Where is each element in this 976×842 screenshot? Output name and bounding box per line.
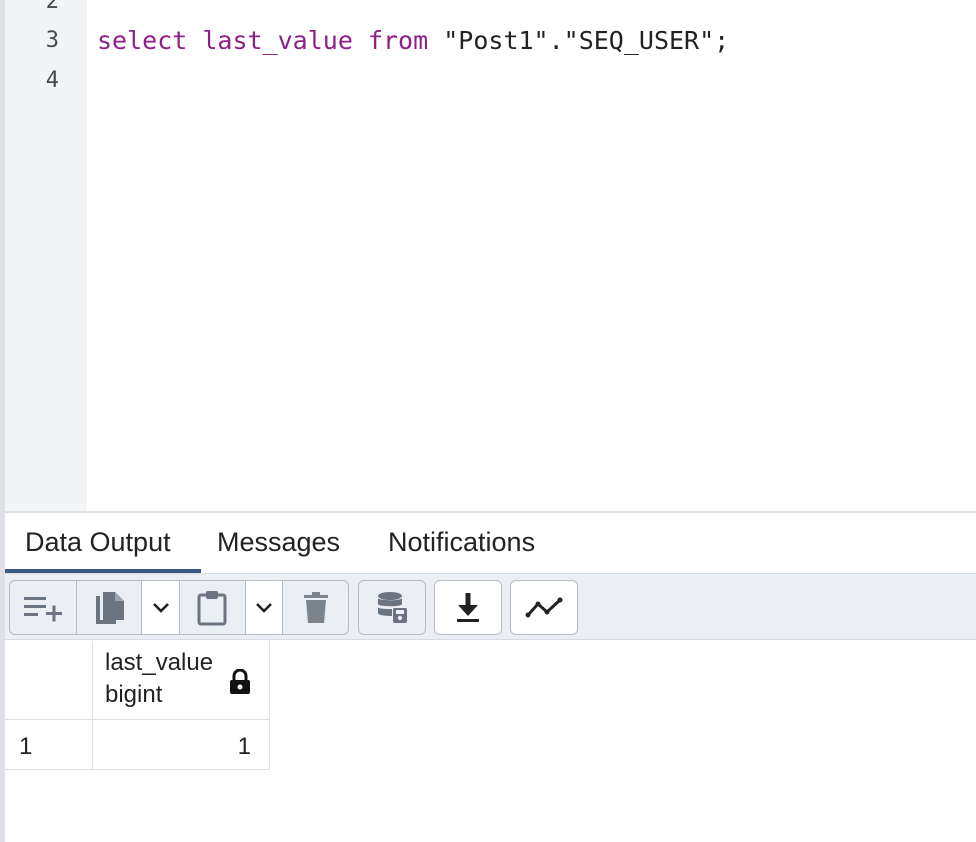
graph-group	[510, 580, 578, 635]
result-toolbar	[5, 573, 976, 640]
edit-button-group	[9, 580, 349, 635]
column-identifier: last_value	[202, 26, 353, 55]
download-icon	[457, 592, 479, 622]
download-button[interactable]	[435, 581, 501, 634]
column-header-last-value[interactable]: last_value bigint	[93, 641, 270, 720]
delete-button[interactable]	[282, 581, 348, 634]
paste-button[interactable]	[179, 581, 245, 634]
column-name: last_value	[105, 649, 214, 676]
row-number: 1	[19, 733, 33, 760]
line-number: 4	[45, 68, 59, 93]
copy-button[interactable]	[75, 581, 142, 634]
save-data-icon	[378, 591, 407, 623]
copy-options-dropdown[interactable]	[141, 581, 179, 634]
line-number-gutter: 2 3 4	[5, 0, 87, 512]
code-line-3[interactable]: select last_value from "Post1"."SEQ_USER…	[97, 21, 729, 61]
save-data-button[interactable]	[359, 581, 425, 634]
chevron-down-icon	[152, 602, 169, 613]
column-type: bigint	[105, 681, 163, 708]
result-tabs: Data Output Messages Notifications	[5, 513, 976, 573]
graph-icon	[525, 597, 563, 617]
tab-notifications[interactable]: Notifications	[368, 513, 568, 573]
tab-data-output[interactable]: Data Output	[5, 513, 201, 573]
paste-options-dropdown[interactable]	[244, 581, 283, 634]
tab-messages[interactable]: Messages	[197, 513, 367, 573]
data-cell[interactable]: 1	[93, 720, 270, 770]
add-row-button[interactable]	[10, 581, 76, 634]
delete-icon	[303, 591, 328, 623]
save-data-group	[358, 580, 426, 635]
chevron-down-icon	[256, 602, 272, 613]
add-row-icon	[23, 596, 62, 621]
sql-editor[interactable]: 2 3 4 select last_value from "Post1"."SE…	[5, 0, 976, 512]
download-group	[434, 580, 502, 635]
copy-icon	[95, 591, 124, 624]
grid-corner[interactable]	[5, 641, 93, 720]
table-identifier: "Post1"."SEQ_USER";	[443, 26, 730, 55]
query-tool: 2 3 4 select last_value from "Post1"."SE…	[0, 0, 976, 842]
lock-icon	[230, 669, 250, 694]
keyword-from: from	[367, 26, 429, 55]
row-number-cell[interactable]: 1	[5, 720, 93, 770]
line-number: 2	[45, 0, 59, 14]
graph-visualiser-button[interactable]	[511, 581, 577, 634]
keyword-select: select	[97, 26, 188, 55]
paste-icon	[197, 590, 227, 625]
cell-value: 1	[237, 733, 251, 760]
line-number: 3	[45, 28, 59, 53]
